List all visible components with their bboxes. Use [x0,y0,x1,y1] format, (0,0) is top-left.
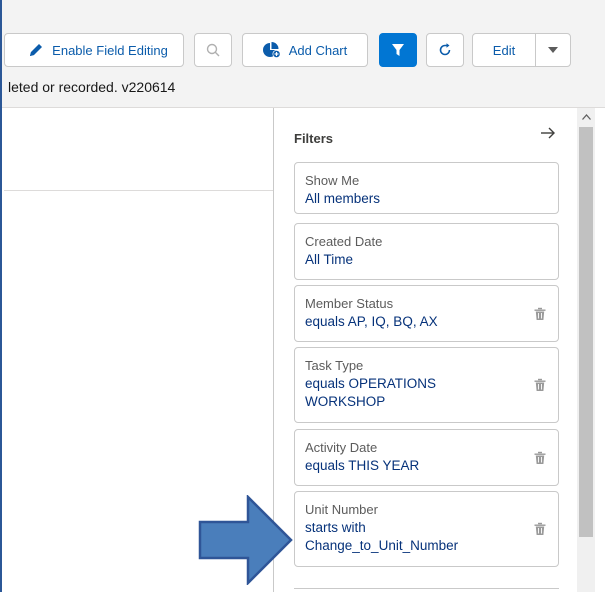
arrow-right-icon [540,126,556,140]
report-window: Enable Field Editing Add Chart Edit lete… [0,0,605,592]
filter-value: All members [305,191,381,206]
filter-label: Activity Date [305,440,378,455]
filter-label: Created Date [305,234,383,249]
filter-label: Unit Number [305,502,378,517]
trash-icon[interactable] [534,451,546,464]
enable-field-editing-label: Enable Field Editing [52,42,168,58]
trash-icon[interactable] [534,522,546,536]
trash-icon[interactable] [534,378,546,392]
refresh-icon [438,43,452,57]
report-toolbar: Enable Field Editing Add Chart Edit lete… [2,0,605,108]
filter-icon [391,43,405,57]
filter-value: starts with Change_to_Unit_Number [305,520,459,553]
add-chart-button[interactable]: Add Chart [242,33,368,67]
enable-field-editing-button[interactable]: Enable Field Editing [4,33,184,67]
more-actions-button[interactable] [535,33,571,67]
add-chart-label: Add Chart [288,42,348,58]
filter-card-unit-number[interactable]: Unit Number starts with Change_to_Unit_N… [294,491,559,567]
scrollbar-thumb[interactable] [579,127,593,537]
filter-card-created-date[interactable]: Created Date All Time [294,223,559,280]
filter-value: equals OPERATIONS WORKSHOP [305,376,437,409]
filter-value: All Time [305,252,354,267]
filter-card-task-type[interactable]: Task Type equals OPERATIONS WORKSHOP [294,347,559,423]
filter-card-activity-date[interactable]: Activity Date equals THIS YEAR [294,429,559,486]
edit-label: Edit [492,42,516,58]
add-chart-icon [262,42,281,58]
filter-label: Task Type [305,358,364,373]
filter-toggle-button[interactable] [379,33,417,67]
chevron-up-icon [581,114,591,120]
collapse-filters-button[interactable] [540,126,556,145]
annotation-arrow-icon [198,493,294,590]
scroll-up-button[interactable] [577,108,595,126]
report-header-divider [4,190,274,191]
search-button[interactable] [194,33,232,67]
filter-value: equals AP, IQ, BQ, AX [305,314,438,329]
edit-button[interactable]: Edit [472,33,536,67]
pencil-icon [28,42,44,58]
filter-card-member-status[interactable]: Member Status equals AP, IQ, BQ, AX [294,285,559,342]
filter-card-show-me[interactable]: Show Me All members [294,162,559,214]
next-filter-card-edge [294,588,559,592]
filter-value: equals THIS YEAR [305,458,420,473]
chevron-down-icon [548,47,558,53]
filter-label: Member Status [305,296,394,311]
report-status-message: leted or recorded. v220614 [8,79,176,95]
filters-panel-title: Filters [294,131,334,146]
filter-label: Show Me [305,173,360,188]
search-icon [206,43,220,57]
trash-icon[interactable] [534,307,546,320]
refresh-button[interactable] [426,33,464,67]
